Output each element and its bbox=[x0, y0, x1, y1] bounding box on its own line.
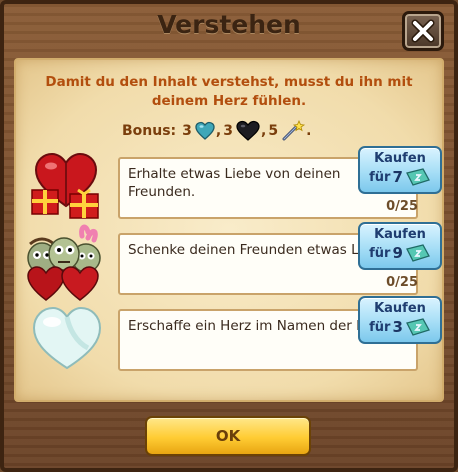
bonus-separator-2: , bbox=[260, 123, 267, 139]
bonus-amount-3: 5 bbox=[268, 123, 279, 139]
task-2-buy-label: Kaufen bbox=[374, 227, 426, 242]
blue-heart-icon bbox=[195, 121, 215, 140]
task-1-progress: 0/25 bbox=[386, 199, 418, 214]
close-button[interactable] bbox=[402, 11, 444, 51]
bonus-amount-1: 3 bbox=[182, 123, 192, 139]
bonus-row: Bonus: 3 , 3 , 5 . bbox=[122, 120, 313, 142]
task-3-description: Erschaffe ein Herz im Namen der Liebe. bbox=[128, 318, 397, 334]
close-icon bbox=[411, 19, 435, 43]
white-heart-icon bbox=[32, 306, 102, 370]
task-3-buy-for: für bbox=[369, 319, 391, 335]
cash-ticket-icon bbox=[405, 318, 430, 336]
bonus-label: Bonus: bbox=[122, 123, 177, 139]
cash-ticket-icon bbox=[405, 168, 430, 186]
task-2-progress: 0/25 bbox=[386, 275, 418, 290]
task-3-buy-label: Kaufen bbox=[374, 301, 426, 316]
task-3-buy-button[interactable]: Kaufen für 3 bbox=[358, 296, 442, 344]
ok-button-label: OK bbox=[215, 427, 241, 445]
task-3-price: 3 bbox=[392, 318, 403, 336]
task-2-buy-button[interactable]: Kaufen für 9 bbox=[358, 222, 442, 270]
bonus-amount-2: 3 bbox=[223, 123, 233, 139]
hearts-gifts-icon bbox=[31, 152, 99, 219]
task-1-buy-button[interactable]: Kaufen für 7 bbox=[358, 146, 442, 194]
ok-button[interactable]: OK bbox=[145, 416, 311, 456]
task-2-description: Schenke deinen Freunden etwas Liebe. bbox=[128, 242, 392, 258]
bonus-separator-1: , bbox=[215, 123, 222, 139]
dialog-title: Verstehen bbox=[157, 10, 301, 39]
task-1-buy-for: für bbox=[369, 169, 391, 185]
task-1-buy-label: Kaufen bbox=[374, 151, 426, 166]
intro-text: Damit du den Inhalt verstehst, musst du … bbox=[45, 74, 413, 109]
magic-wand-icon bbox=[282, 120, 306, 141]
task-1-price: 7 bbox=[392, 168, 403, 186]
black-heart-icon bbox=[236, 120, 260, 141]
task-2-buy-for: für bbox=[369, 245, 391, 261]
bonus-end: . bbox=[306, 123, 312, 139]
task-1-description: Erhalte etwas Liebe von deinen Freunden. bbox=[128, 166, 341, 200]
zombie-friends-icon bbox=[27, 224, 101, 301]
task-2-price: 9 bbox=[392, 244, 403, 262]
cash-ticket-icon bbox=[405, 244, 430, 262]
